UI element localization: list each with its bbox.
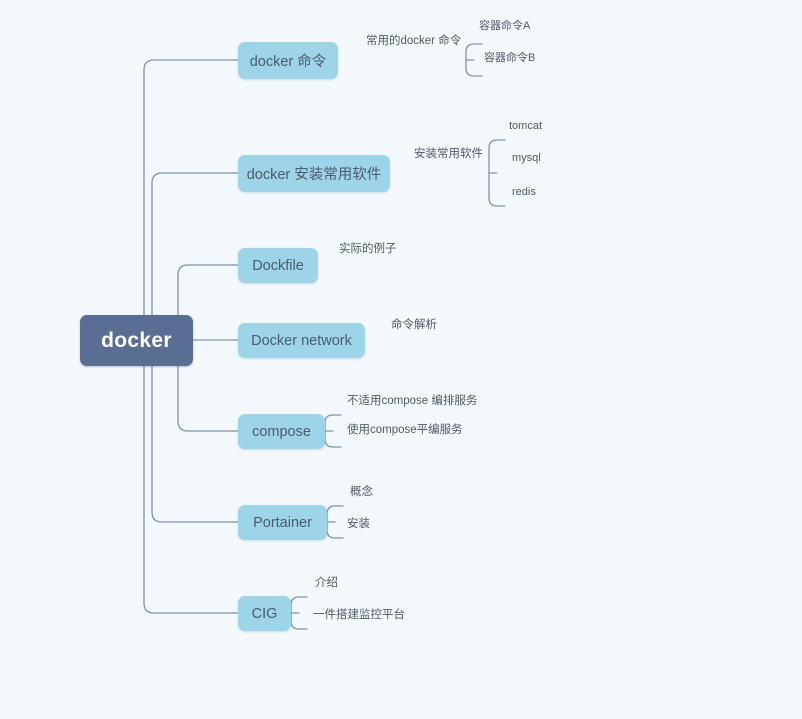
branch-node-docker-install-software[interactable]: docker 安装常用软件 (238, 155, 390, 192)
leaf-label-redis[interactable]: redis (512, 187, 536, 198)
leaf-label-actual-example[interactable]: 实际的例子 (339, 243, 397, 256)
leaf-label-using-compose-orchestration[interactable]: 使用compose平编服务 (347, 424, 463, 437)
leaf-label-one-click-monitoring-platform[interactable]: 一件搭建监控平台 (313, 609, 405, 622)
leaf-label-concept[interactable]: 概念 (350, 486, 373, 499)
branch-node-docker-network[interactable]: Docker network (238, 323, 365, 358)
leaf-label-introduction[interactable]: 介绍 (315, 577, 338, 590)
leaf-label-command-parsing[interactable]: 命令解析 (391, 319, 437, 332)
leaf-label-not-using-compose-orchestration[interactable]: 不适用compose 编排服务 (347, 395, 477, 408)
branch-label: Dockfile (252, 257, 304, 274)
branch-label: compose (252, 423, 311, 440)
leaf-label-mysql[interactable]: mysql (512, 153, 541, 164)
branch-node-cig[interactable]: CIG (238, 596, 291, 631)
branch-label: CIG (251, 605, 278, 622)
branch-node-portainer[interactable]: Portainer (238, 505, 327, 540)
root-node-label: docker (101, 328, 172, 352)
leaf-label-install-common-software[interactable]: 安装常用软件 (414, 148, 483, 161)
branch-label: docker 安装常用软件 (246, 167, 382, 183)
mindmap-canvas: docker docker 命令 docker 安装常用软件 Dockfile … (0, 0, 802, 719)
branch-node-docker-commands[interactable]: docker 命令 (238, 42, 338, 79)
branch-label: Docker network (251, 332, 352, 349)
leaf-label-common-docker-commands[interactable]: 常用的docker 命令 (366, 35, 461, 48)
root-node-docker[interactable]: docker (80, 315, 193, 366)
branch-node-dockfile[interactable]: Dockfile (238, 248, 318, 283)
leaf-label-container-command-b[interactable]: 容器命令B (484, 53, 535, 64)
branch-label: docker 命令 (249, 54, 327, 70)
branch-node-compose[interactable]: compose (238, 414, 325, 449)
leaf-label-installation[interactable]: 安装 (347, 518, 370, 531)
branch-label: Portainer (253, 514, 312, 531)
leaf-label-tomcat[interactable]: tomcat (509, 121, 542, 132)
leaf-label-container-command-a[interactable]: 容器命令A (479, 21, 530, 32)
